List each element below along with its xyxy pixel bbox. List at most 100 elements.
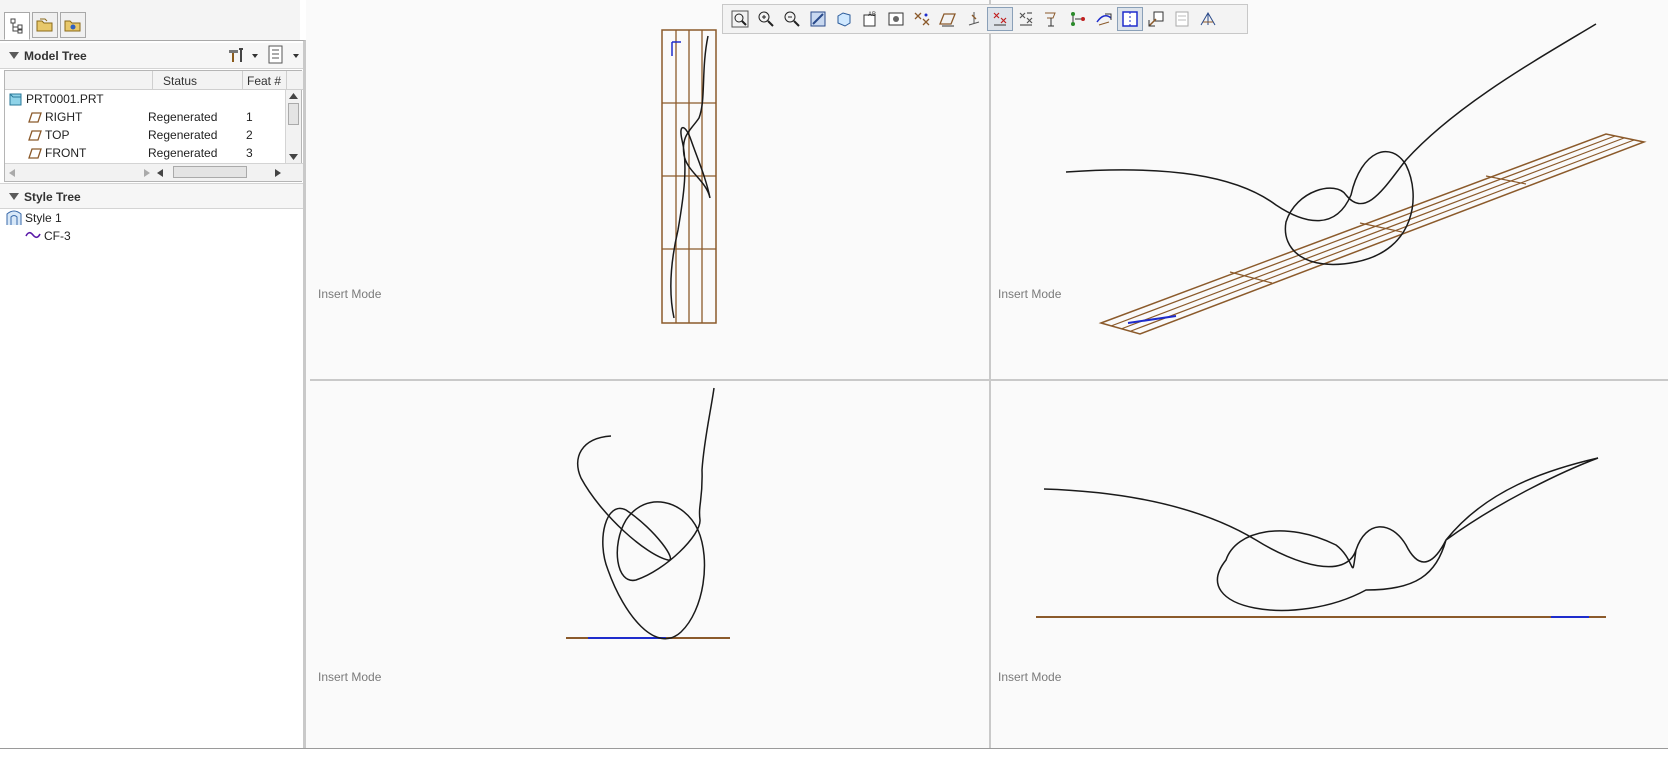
tree-row-name: FRONT: [45, 146, 87, 160]
style-tree-curve[interactable]: CF-3: [4, 227, 286, 245]
surface-display-icon: [1096, 13, 1112, 26]
refit-button[interactable]: [727, 7, 753, 31]
column-header-spacer: [287, 71, 303, 90]
tree-row-root[interactable]: PRT0001.PRT: [5, 90, 287, 108]
datum-plane-icon: [28, 112, 42, 123]
curve-display-icon: [1045, 12, 1056, 27]
tree-row-feat: 1: [246, 110, 253, 124]
collapse-triangle-icon[interactable]: [9, 52, 19, 59]
tree-row[interactable]: FRONT Regenerated 3: [5, 144, 287, 162]
tree-settings-button[interactable]: [224, 45, 248, 65]
datum-display-icon: [914, 12, 930, 26]
viewport-bottom-left-model: [566, 387, 730, 640]
surface-display-button[interactable]: [1091, 7, 1117, 31]
viewport-canvas[interactable]: [306, 0, 1668, 760]
saved-views-button[interactable]: AB: [857, 7, 883, 31]
scroll-left-icon[interactable]: [9, 169, 15, 177]
graphics-window[interactable]: Insert Mode Insert Mode Insert Mode Inse…: [306, 0, 1668, 760]
favorites-tab-icon: [64, 20, 81, 32]
view-manager-icon: [888, 12, 904, 26]
tree-row-status: Regenerated: [148, 110, 218, 124]
style-tree-item[interactable]: Style 1: [4, 209, 286, 227]
viewport-mode-label: Insert Mode: [318, 287, 382, 301]
next-view-icon: [1148, 11, 1164, 27]
zoom-in-button[interactable]: [753, 7, 779, 31]
viewport-mode-label: Insert Mode: [998, 670, 1062, 684]
point-display-button[interactable]: [987, 7, 1013, 31]
graphics-toolbar: AB: [722, 4, 1248, 34]
zoom-out-button[interactable]: [779, 7, 805, 31]
tree-row-name: TOP: [45, 128, 70, 142]
column-header-feat[interactable]: Feat #: [243, 71, 287, 90]
datum-display-button[interactable]: [909, 7, 935, 31]
grid-button[interactable]: [1195, 7, 1221, 31]
scroll-up-icon[interactable]: [289, 93, 298, 99]
column-header-name[interactable]: [5, 71, 153, 90]
curve-display-button[interactable]: [1039, 7, 1065, 31]
tree-horizontal-scrollbar[interactable]: [5, 163, 303, 181]
saved-views-icon: AB: [863, 12, 876, 27]
model-tree-header[interactable]: Model Tree: [0, 43, 303, 69]
next-view-button[interactable]: [1143, 7, 1169, 31]
tree-row[interactable]: RIGHT Regenerated 1: [5, 108, 287, 126]
curve-cf3-right: [1043, 457, 1599, 612]
style-tree-item-label: Style 1: [25, 211, 62, 225]
model-tree-tab-icon: [10, 18, 23, 34]
chevron-down-icon[interactable]: [252, 54, 258, 58]
style-tree-header[interactable]: Style Tree: [0, 183, 303, 209]
style-tree-curve-label: CF-3: [44, 229, 71, 243]
repaint-button[interactable]: [805, 7, 831, 31]
display-style-button[interactable]: [831, 7, 857, 31]
viewport-top-left-model: [661, 29, 717, 324]
curve-cf3-front: [670, 35, 711, 319]
model-tree-title: Model Tree: [24, 49, 87, 63]
shading-icon: [837, 12, 851, 27]
tree-columns-icon: [268, 45, 283, 64]
horizontal-scroll-thumb[interactable]: [173, 166, 247, 178]
tree-row-status: Regenerated: [148, 128, 218, 142]
axis-display-icon: [968, 12, 980, 26]
refit-icon: [731, 10, 749, 28]
datum-plane-gridlines: [662, 30, 716, 323]
plane-display-button[interactable]: [935, 7, 961, 31]
favorites-tab[interactable]: [60, 12, 86, 38]
connectivity-button[interactable]: [1065, 7, 1091, 31]
feat-column-label: Feat #: [247, 74, 282, 88]
collapse-triangle-icon[interactable]: [9, 193, 19, 200]
view-manager-button[interactable]: [883, 7, 909, 31]
tree-row-status: Regenerated: [148, 146, 218, 160]
tree-row-name: RIGHT: [45, 110, 83, 124]
model-tree-tab[interactable]: [4, 12, 30, 40]
tree-vertical-scrollbar[interactable]: [285, 90, 301, 164]
connectivity-icon: [1071, 12, 1085, 26]
hammer-settings-icon: [229, 48, 243, 62]
tree-row[interactable]: TOP Regenerated 2: [5, 126, 287, 144]
style-feature-icon: [6, 210, 22, 225]
previous-view-icon: [1175, 11, 1189, 27]
curve-cf3-iso: [1065, 23, 1597, 266]
folder-browser-tab[interactable]: [32, 12, 58, 38]
navigator-tabs: [0, 0, 300, 40]
style-tree-title: Style Tree: [24, 190, 81, 204]
active-plane-button[interactable]: [1117, 7, 1143, 31]
model-tree-table: Status Feat # PRT0001.PRT RIGHT Regenera…: [4, 70, 303, 182]
scroll-right-icon[interactable]: [144, 169, 150, 177]
show-columns-button[interactable]: [266, 44, 286, 66]
axis-display-button[interactable]: [961, 7, 987, 31]
scroll-left-icon[interactable]: [157, 169, 163, 177]
previous-view-button[interactable]: [1169, 7, 1195, 31]
zoom-in-icon: [758, 11, 774, 27]
scroll-down-icon[interactable]: [289, 154, 298, 160]
repaint-icon: [810, 11, 826, 27]
csys-display-button[interactable]: [1013, 7, 1039, 31]
chevron-down-icon[interactable]: [293, 54, 299, 58]
datum-plane-icon: [28, 130, 42, 141]
status-strip: [0, 748, 1668, 760]
svg-text:AB: AB: [868, 12, 876, 18]
status-column-label: Status: [163, 74, 198, 88]
plane-display-icon: [939, 13, 956, 27]
column-header-status[interactable]: Status: [153, 71, 243, 90]
viewport-top-right-model: [1065, 23, 1647, 335]
scroll-right-icon[interactable]: [275, 169, 281, 177]
vertical-scroll-thumb[interactable]: [288, 103, 299, 125]
